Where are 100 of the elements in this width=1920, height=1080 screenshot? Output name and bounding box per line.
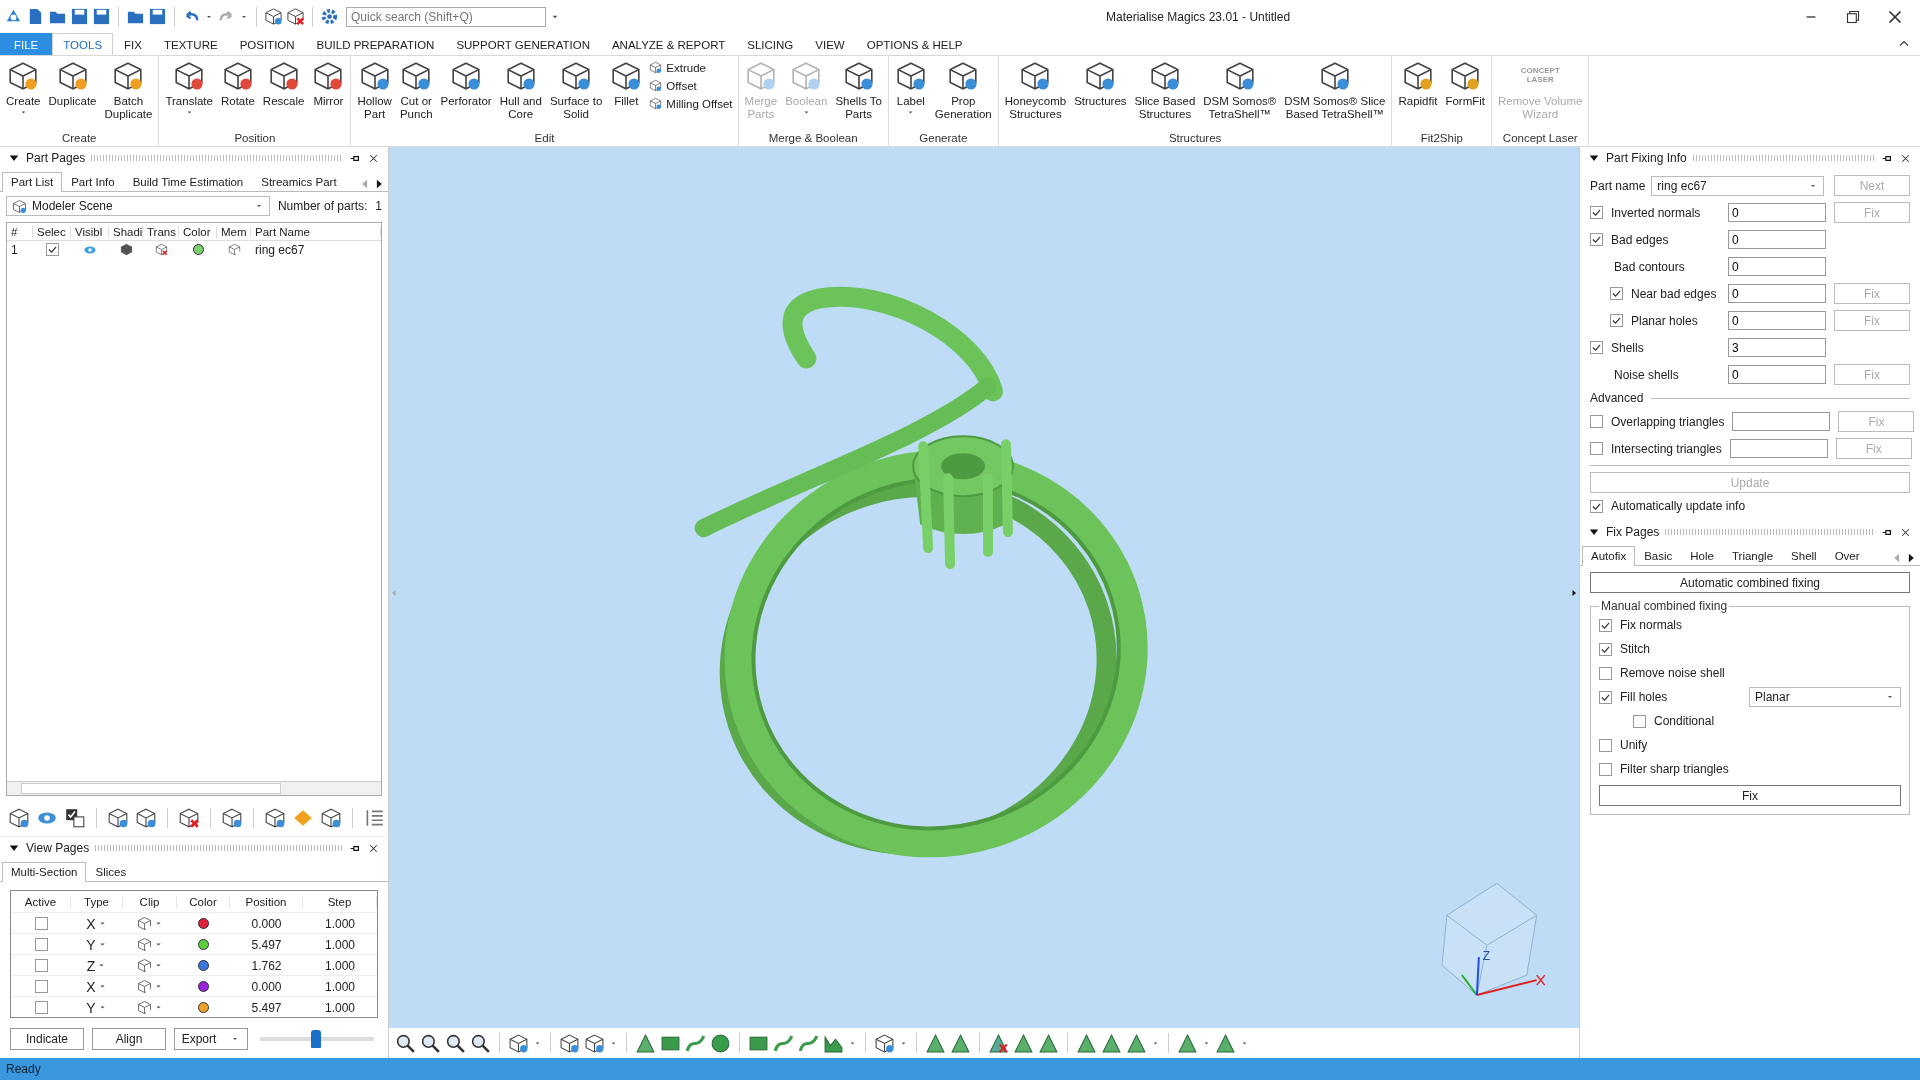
- column-header[interactable]: Position: [230, 895, 303, 908]
- column-header[interactable]: Color: [177, 895, 230, 908]
- ribbon-button[interactable]: Translate: [161, 58, 217, 119]
- ribbon-tab[interactable]: OPTIONS & HELP: [855, 33, 974, 55]
- option-label: Bad edges: [1611, 232, 1669, 247]
- column-header[interactable]: Type: [71, 895, 123, 908]
- part-name-dropdown[interactable]: ring ec67: [1651, 175, 1824, 196]
- axis-dropdown[interactable]: X: [86, 978, 96, 995]
- ribbon-button[interactable]: Prop Generation: [930, 58, 996, 123]
- table-cell-text: ring ec67: [254, 242, 306, 257]
- ribbon-small-button[interactable]: Extrude: [646, 60, 736, 75]
- panel-button[interactable]: Align: [92, 1028, 166, 1050]
- option-label: Overlapping triangles: [1611, 414, 1725, 429]
- value-field[interactable]: 3: [1728, 338, 1826, 357]
- ribbon-button[interactable]: Slice Based Structures: [1130, 58, 1200, 123]
- panel-tab[interactable]: Multi-Section: [2, 862, 87, 882]
- ribbon-button[interactable]: Shells To Parts: [831, 58, 886, 123]
- ribbon-tab[interactable]: SLICING: [736, 33, 805, 55]
- panel-title: Part Fixing Info: [1606, 151, 1687, 165]
- ribbon-group-label: Create: [60, 132, 98, 146]
- ribbon-tab[interactable]: TEXTURE: [152, 33, 229, 55]
- panel-button[interactable]: Indicate: [10, 1028, 84, 1050]
- column-header[interactable]: Clip: [123, 895, 177, 908]
- ribbon-button[interactable]: DSM Somos® TetraShell™: [1199, 58, 1281, 123]
- ribbon-tab[interactable]: VIEW: [804, 33, 856, 55]
- ribbon-button[interactable]: Surface to Solid: [545, 58, 607, 123]
- ribbon-button[interactable]: Duplicate: [44, 58, 101, 110]
- ribbon-group-label: Position: [233, 132, 277, 146]
- ribbon-tab[interactable]: FIX: [113, 33, 153, 55]
- field-label: Part name: [1590, 178, 1646, 193]
- column-header[interactable]: Part Name: [251, 225, 381, 238]
- ribbon-button[interactable]: Fillet: [606, 58, 647, 110]
- ribbon-tab[interactable]: ANALYZE & REPORT: [600, 33, 737, 55]
- ribbon-button[interactable]: Rotate: [216, 58, 259, 110]
- parts-count-label: Number of parts:: [277, 199, 368, 213]
- ribbon-tab[interactable]: BUILD PREPARATION: [305, 33, 446, 55]
- ribbon-tab[interactable]: SUPPORT GENERATION: [445, 33, 601, 55]
- column-header[interactable]: Step: [303, 895, 377, 908]
- value-field[interactable]: 0: [1728, 230, 1826, 249]
- ribbon-button[interactable]: Batch Duplicate: [100, 58, 157, 123]
- table-cell-text: 1: [10, 242, 19, 257]
- ribbon-small-button[interactable]: Milling Offset: [646, 96, 736, 111]
- axis-dropdown[interactable]: X: [86, 915, 96, 932]
- option-label: Inverted normals: [1611, 205, 1701, 220]
- ribbon-button[interactable]: Structures: [1070, 58, 1131, 110]
- axis-dropdown[interactable]: Z: [86, 957, 96, 974]
- quick-search-field[interactable]: Quick search (Shift+Q): [346, 6, 546, 27]
- axis-dropdown[interactable]: Y: [86, 999, 96, 1016]
- ribbon-button[interactable]: Rapidfit: [1394, 58, 1442, 110]
- panel-tab[interactable]: Part List: [2, 172, 63, 192]
- table-cell: 1.000: [325, 916, 355, 931]
- option-label: Bad contours: [1614, 259, 1685, 274]
- ribbon-button[interactable]: Hull and Core: [495, 58, 546, 123]
- column-header[interactable]: Shadi: [109, 225, 143, 238]
- ribbon-button[interactable]: Mirror: [308, 58, 349, 110]
- fix-button[interactable]: Fix: [1599, 785, 1901, 806]
- panel-title: View Pages: [26, 841, 90, 855]
- ribbon-tab[interactable]: POSITION: [228, 33, 306, 55]
- panel-title: Fix Pages: [1606, 525, 1660, 539]
- panel-tab[interactable]: Autofix: [1582, 546, 1636, 566]
- ribbon-button[interactable]: Create: [2, 58, 45, 119]
- column-header[interactable]: Selec: [33, 225, 71, 238]
- ribbon-group-label: Merge & Boolean: [767, 132, 859, 146]
- ribbon-small-button[interactable]: Offset: [646, 78, 736, 93]
- table-cell: 0.000: [251, 916, 282, 931]
- column-header[interactable]: Trans: [143, 225, 179, 238]
- value-field[interactable]: 0: [1728, 284, 1826, 303]
- table-cell: 1.000: [325, 937, 355, 952]
- ribbon-button[interactable]: Rescale: [258, 58, 309, 110]
- table-cell: 1.000: [325, 979, 355, 994]
- value-field[interactable]: 0: [1728, 365, 1826, 384]
- ribbon-button[interactable]: Hollow Part: [353, 58, 396, 123]
- option-label: Unify: [1620, 738, 1648, 752]
- value-field[interactable]: 0: [1728, 203, 1826, 222]
- section-label: Advanced: [1590, 391, 1644, 405]
- column-header[interactable]: #: [7, 225, 33, 238]
- scene-dropdown[interactable]: Modeler Scene: [6, 196, 270, 216]
- column-header[interactable]: Active: [11, 895, 71, 908]
- panel-button[interactable]: Export: [174, 1028, 248, 1050]
- option-label: Filter sharp triangles: [1620, 762, 1729, 776]
- table-cell: 1.000: [325, 1000, 355, 1015]
- ribbon-button[interactable]: Honeycomb Structures: [1000, 58, 1071, 123]
- table-cell: 5.497: [251, 937, 282, 952]
- ribbon-button[interactable]: Label: [890, 58, 931, 119]
- option-label: Conditional: [1654, 714, 1715, 728]
- value-field[interactable]: 0: [1728, 257, 1826, 276]
- ribbon-button[interactable]: FormFit: [1441, 58, 1490, 110]
- axis-dropdown[interactable]: Y: [86, 936, 96, 953]
- column-header[interactable]: Mem: [217, 225, 251, 238]
- table-cell: 0.000: [251, 979, 282, 994]
- ribbon-button[interactable]: DSM Somos® Slice Based TetraShell™: [1280, 58, 1390, 123]
- ribbon-button[interactable]: Cut or Punch: [395, 58, 437, 123]
- ribbon-button[interactable]: Perforator: [436, 58, 496, 110]
- value-field[interactable]: 0: [1728, 311, 1826, 330]
- column-header[interactable]: Visibl: [71, 225, 109, 238]
- panel-title: Part Pages: [26, 151, 86, 165]
- fill-method-dropdown[interactable]: Planar: [1749, 687, 1901, 707]
- column-header[interactable]: Color: [179, 225, 217, 238]
- automatic-fixing-button[interactable]: Automatic combined fixing: [1590, 572, 1910, 593]
- ribbon-tab[interactable]: TOOLS: [52, 33, 114, 55]
